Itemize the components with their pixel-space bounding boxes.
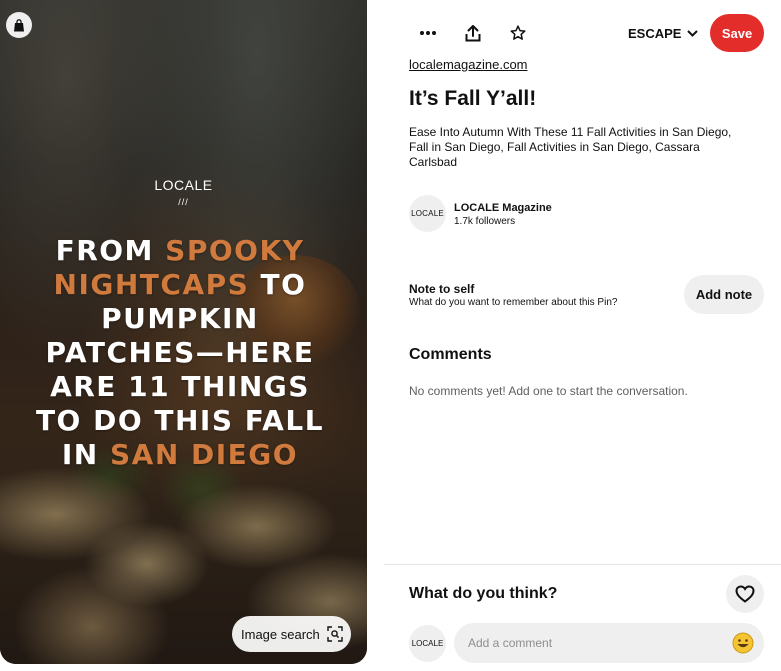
- headline-accent-text: NIGHTCAPS: [53, 268, 250, 301]
- board-select-dropdown[interactable]: ESCAPE: [628, 22, 699, 44]
- star-icon[interactable]: [506, 21, 530, 45]
- headline-line: IN SAN DIEGO: [30, 438, 330, 472]
- creator-followers: 1.7k followers: [454, 216, 516, 227]
- image-headline: FROM SPOOKY NIGHTCAPS TO PUMPKIN PATCHES—HE…: [30, 234, 330, 472]
- share-icon[interactable]: [461, 21, 485, 45]
- image-search-button[interactable]: Image search: [232, 616, 351, 652]
- chevron-down-icon: [687, 29, 699, 37]
- user-avatar[interactable]: LOCALE: [409, 625, 446, 662]
- headline-line: ARE 11 THINGS: [30, 370, 330, 404]
- feedback-prompt: What do you think?: [409, 585, 558, 602]
- pin-title: It’s Fall Y’all!: [409, 87, 537, 110]
- comment-input[interactable]: [468, 636, 718, 650]
- pin-image[interactable]: LOCALE /// FROM SPOOKY NIGHTCAPS TO PUMPKI…: [0, 0, 367, 664]
- no-comments-text: No comments yet! Add one to start the co…: [409, 384, 688, 398]
- comments-heading: Comments: [409, 346, 492, 363]
- headline-line: PATCHES—HERE: [30, 336, 330, 370]
- headline-line: NIGHTCAPS TO: [30, 268, 330, 302]
- comment-box[interactable]: [454, 623, 764, 663]
- shopping-bag-icon[interactable]: [6, 12, 32, 38]
- board-name: ESCAPE: [628, 25, 682, 41]
- headline-accent-text: SAN DIEGO: [110, 438, 299, 471]
- add-note-button[interactable]: Add note: [684, 275, 764, 314]
- note-subtitle: What do you want to remember about this …: [409, 297, 618, 308]
- note-title: Note to self: [409, 282, 475, 296]
- headline-text: IN: [61, 438, 110, 471]
- save-button[interactable]: Save: [710, 14, 764, 52]
- heart-icon: [735, 585, 755, 603]
- react-heart-button[interactable]: [726, 575, 764, 613]
- headline-line: TO DO THIS FALL: [30, 404, 330, 438]
- pin-description: Ease Into Autumn With These 11 Fall Acti…: [409, 125, 732, 169]
- image-brand-mark: ///: [178, 197, 189, 207]
- headline-text: ARE 11 THINGS: [50, 370, 310, 403]
- creator-avatar[interactable]: LOCALE: [409, 195, 446, 232]
- headline-text: PUMPKIN: [101, 302, 259, 335]
- headline-accent-text: SPOOKY: [165, 234, 305, 267]
- divider: [384, 564, 781, 565]
- headline-text: TO: [249, 268, 307, 301]
- headline-text: FROM: [55, 234, 166, 267]
- more-options-icon[interactable]: [416, 21, 440, 45]
- headline-text: TO DO THIS FALL: [35, 404, 325, 437]
- headline-text: PATCHES—HERE: [45, 336, 315, 369]
- image-search-label: Image search: [241, 626, 320, 642]
- pin-details-panel: ESCAPE Save localemagazine.com It’s Fall…: [367, 0, 781, 671]
- visual-search-icon: [327, 626, 343, 642]
- emoji-icon[interactable]: [732, 632, 754, 654]
- headline-line: PUMPKIN: [30, 302, 330, 336]
- creator-name[interactable]: LOCALE Magazine: [454, 202, 552, 214]
- image-brand-logo: LOCALE: [154, 177, 213, 193]
- headline-line: FROM SPOOKY: [30, 234, 330, 268]
- source-link[interactable]: localemagazine.com: [409, 57, 528, 72]
